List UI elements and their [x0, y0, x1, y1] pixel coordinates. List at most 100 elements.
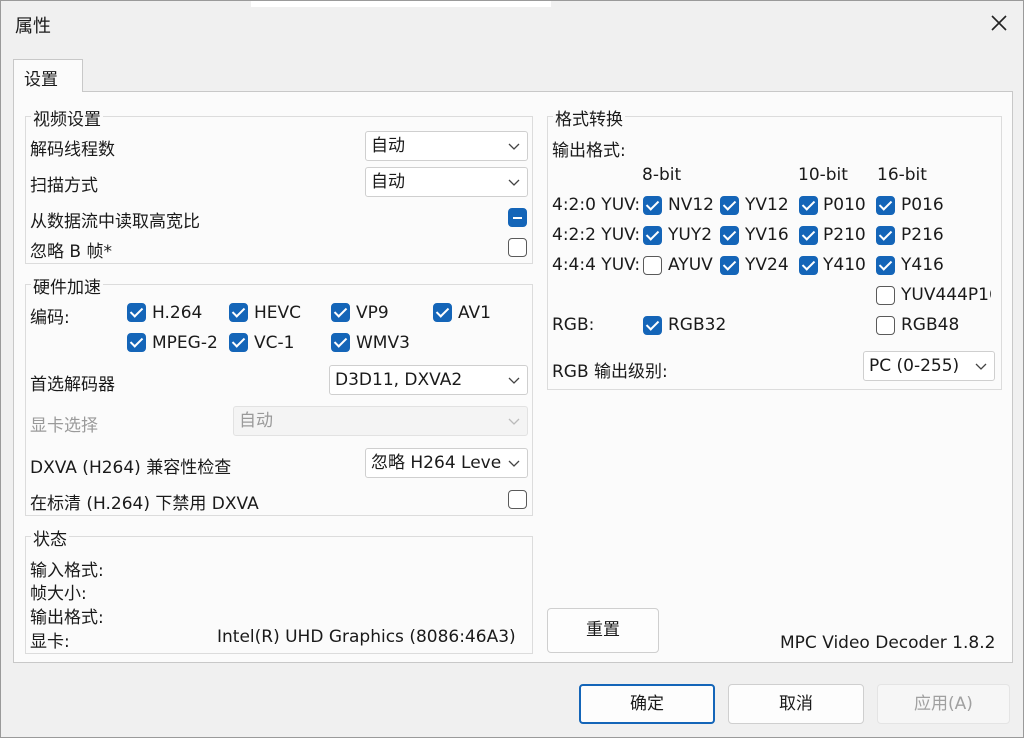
- codec-mpeg2-checkbox[interactable]: [127, 333, 146, 352]
- window-title: 属性: [15, 16, 51, 37]
- tab-settings[interactable]: 设置: [13, 59, 83, 92]
- ayuv-checkbox[interactable]: [643, 256, 662, 275]
- codec-hevc-checkbox[interactable]: [229, 303, 248, 322]
- codec-label: 编码:: [30, 308, 70, 328]
- dxva-check-dropdown[interactable]: 忽略 H264 Level: [365, 448, 528, 478]
- p216-checkbox[interactable]: [876, 226, 895, 245]
- scan-mode-value: 自动: [371, 172, 405, 192]
- rgb-level-value: PC (0-255): [869, 356, 960, 376]
- hw-accel-title: 硬件加速: [31, 273, 103, 298]
- p210-checkbox[interactable]: [799, 226, 818, 245]
- apply-button[interactable]: 应用(A): [877, 684, 1010, 724]
- codec-vc1-checkbox[interactable]: [229, 333, 248, 352]
- rgb-label: RGB:: [552, 315, 595, 335]
- codec-vc1-label: VC-1: [254, 333, 295, 353]
- scan-mode-label: 扫描方式: [30, 176, 98, 196]
- preferred-decoder-label: 首选解码器: [30, 375, 115, 395]
- background-window-strip: [251, 1, 551, 7]
- rgb48-label: RGB48: [901, 315, 960, 335]
- p010-label: P010: [823, 195, 866, 215]
- decode-threads-dropdown[interactable]: 自动: [365, 131, 528, 161]
- p010-checkbox[interactable]: [799, 196, 818, 215]
- p216-label: P216: [901, 225, 944, 245]
- chevron-down-icon: [508, 377, 520, 384]
- yv24-checkbox[interactable]: [720, 256, 739, 275]
- codec-mpeg2-label: MPEG-2: [152, 333, 217, 353]
- read-aspect-checkbox[interactable]: [508, 208, 527, 227]
- rgb32-checkbox[interactable]: [643, 316, 662, 335]
- read-aspect-label: 从数据流中读取高宽比: [30, 212, 200, 232]
- ok-button[interactable]: 确定: [579, 684, 715, 724]
- dxva-check-label: DXVA (H264) 兼容性检查: [30, 458, 232, 478]
- chevron-down-icon: [975, 363, 987, 370]
- col-8bit-header: 8-bit: [642, 165, 682, 185]
- col-16bit-header: 16-bit: [877, 165, 927, 185]
- yv16-label: YV16: [745, 225, 789, 245]
- preferred-decoder-value: D3D11, DXVA2: [335, 370, 463, 390]
- yuv420-label: 4:2:0 YUV:: [552, 195, 641, 215]
- yuv444-label: 4:4:4 YUV:: [552, 255, 641, 275]
- chevron-down-icon: [508, 418, 520, 425]
- dxva-check-value: 忽略 H264 Level: [371, 453, 501, 473]
- gpu-select-dropdown: 自动: [233, 406, 528, 436]
- gpu-value: Intel(R) UHD Graphics (8086:46A3): [217, 627, 516, 647]
- input-format-label: 输入格式:: [30, 561, 104, 581]
- p210-label: P210: [823, 225, 866, 245]
- status-title: 状态: [31, 525, 69, 550]
- cancel-button[interactable]: 取消: [728, 684, 864, 724]
- chevron-down-icon: [508, 143, 520, 150]
- sd-disable-label: 在标清 (H.264) 下禁用 DXVA: [30, 494, 259, 514]
- codec-av1-checkbox[interactable]: [433, 303, 452, 322]
- codec-vp9-checkbox[interactable]: [331, 303, 350, 322]
- yuv444p16-checkbox[interactable]: [876, 286, 895, 305]
- format-conv-title: 格式转换: [553, 105, 625, 130]
- chevron-down-icon: [508, 179, 520, 186]
- close-icon: [991, 15, 1007, 31]
- p016-checkbox[interactable]: [876, 196, 895, 215]
- rgb32-label: RGB32: [668, 315, 727, 335]
- video-settings-title: 视频设置: [31, 105, 103, 130]
- codec-hevc-label: HEVC: [254, 303, 302, 323]
- y416-checkbox[interactable]: [876, 256, 895, 275]
- nv12-label: NV12: [668, 195, 714, 215]
- y416-label: Y416: [901, 255, 944, 275]
- y410-checkbox[interactable]: [799, 256, 818, 275]
- yv12-checkbox[interactable]: [720, 196, 739, 215]
- ayuv-label: AYUV: [668, 255, 713, 275]
- version-label: MPC Video Decoder 1.8.2: [780, 633, 996, 653]
- reset-button[interactable]: 重置: [547, 608, 659, 653]
- codec-av1-label: AV1: [458, 303, 491, 323]
- codec-h264-checkbox[interactable]: [127, 303, 146, 322]
- gpu-select-value: 自动: [239, 411, 273, 431]
- yuy2-label: YUY2: [668, 225, 713, 245]
- chevron-down-icon: [508, 460, 520, 467]
- yv12-label: YV12: [745, 195, 789, 215]
- gpu-select-label: 显卡选择: [30, 416, 98, 436]
- preferred-decoder-dropdown[interactable]: D3D11, DXVA2: [329, 365, 528, 395]
- decode-threads-value: 自动: [371, 136, 405, 156]
- frame-size-label: 帧大小:: [30, 584, 87, 604]
- close-button[interactable]: [983, 7, 1015, 39]
- yuy2-checkbox[interactable]: [643, 226, 662, 245]
- rgb48-checkbox[interactable]: [876, 316, 895, 335]
- codec-vp9-label: VP9: [356, 303, 389, 323]
- scan-mode-dropdown[interactable]: 自动: [365, 167, 528, 197]
- gpu-label: 显卡:: [30, 632, 70, 652]
- codec-h264-label: H.264: [152, 303, 203, 323]
- codec-wmv3-checkbox[interactable]: [331, 333, 350, 352]
- yuv422-label: 4:2:2 YUV:: [552, 225, 641, 245]
- skip-b-checkbox[interactable]: [508, 238, 527, 257]
- properties-dialog: 属性 设置 视频设置 解码线程数 自动 扫描方式 自动 从数据流中读取高宽比 忽…: [0, 0, 1024, 738]
- codec-wmv3-label: WMV3: [356, 333, 410, 353]
- output-format-label: 输出格式:: [30, 608, 104, 628]
- skip-b-label: 忽略 B 帧*: [30, 242, 112, 262]
- rgb-level-label: RGB 输出级别:: [552, 362, 668, 382]
- nv12-checkbox[interactable]: [643, 196, 662, 215]
- yuv444p16-label: YUV444P16: [901, 285, 991, 305]
- yv16-checkbox[interactable]: [720, 226, 739, 245]
- yv24-label: YV24: [745, 255, 789, 275]
- rgb-level-dropdown[interactable]: PC (0-255): [863, 351, 995, 381]
- p016-label: P016: [901, 195, 944, 215]
- sd-disable-checkbox[interactable]: [508, 490, 527, 509]
- output-format-header: 输出格式:: [552, 141, 626, 161]
